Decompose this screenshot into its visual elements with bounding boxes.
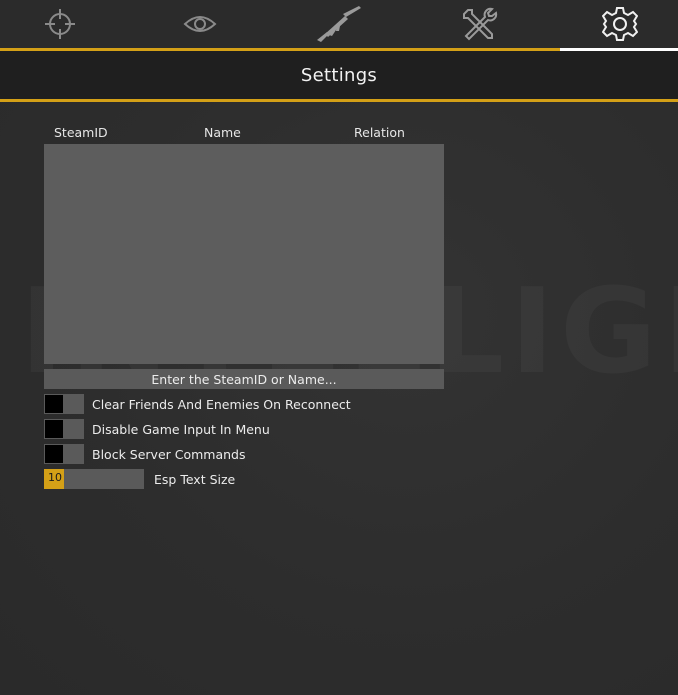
toggle-knob [45,395,63,413]
friends-list[interactable] [44,144,444,364]
block-server-commands-toggle[interactable] [44,444,84,464]
tab-weapons[interactable] [280,0,399,48]
column-header-name[interactable]: Name [204,125,241,140]
page-header: Settings [0,51,678,99]
column-header-steamid[interactable]: SteamID [54,125,108,140]
table-header-row: SteamID Name Relation [44,125,444,143]
rifle-icon [316,6,361,42]
slider-value: 10 [48,471,62,484]
clear-friends-toggle[interactable] [44,394,84,414]
option-clear-friends: Clear Friends And Enemies On Reconnect [44,394,351,414]
tab-misc[interactable] [420,0,539,48]
esp-text-size-slider[interactable]: 10 [44,469,144,489]
tools-icon [462,7,497,41]
page-title: Settings [300,64,378,86]
toggle-knob [45,420,63,438]
option-block-server-commands: Block Server Commands [44,444,246,464]
option-esp-text-size: 10 Esp Text Size [44,469,235,489]
tab-aimbot[interactable] [0,0,119,48]
esp-text-size-label: Esp Text Size [154,471,236,487]
toggle-knob [45,445,63,463]
gear-icon [601,7,638,41]
crosshair-icon [44,9,75,39]
eye-icon [183,16,216,32]
header-underline [0,99,678,102]
block-server-commands-label: Block Server Commands [92,446,246,462]
settings-window: INTELLIGENCE [0,0,678,695]
clear-friends-label: Clear Friends And Enemies On Reconnect [92,396,351,412]
option-disable-game-input: Disable Game Input In Menu [44,419,270,439]
disable-game-input-label: Disable Game Input In Menu [92,421,270,437]
disable-game-input-toggle[interactable] [44,419,84,439]
steamid-search-input[interactable] [44,369,444,389]
column-header-relation[interactable]: Relation [354,125,405,140]
tab-bar [0,0,678,48]
tab-settings[interactable] [560,0,678,48]
tab-visuals[interactable] [140,0,259,48]
